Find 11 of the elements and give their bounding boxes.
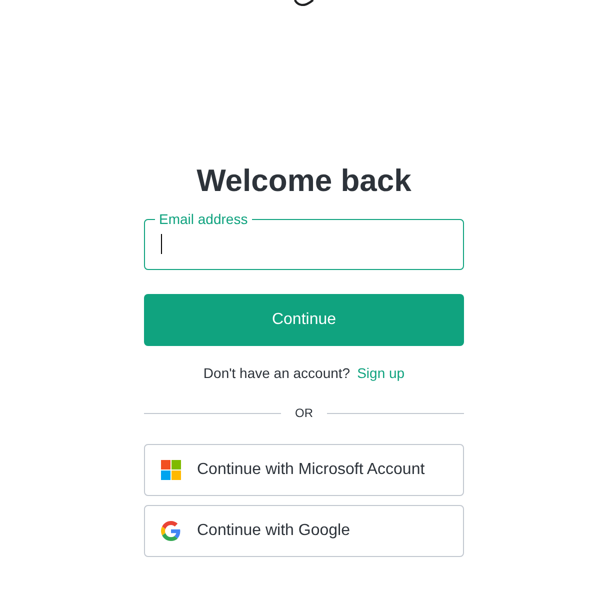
floating-label: Email address — [158, 210, 249, 228]
social-login-button[interactable]: Continue with Google — [144, 505, 464, 557]
windows-logo-icon — [161, 460, 181, 480]
page-heading: Welcome back — [196, 163, 412, 199]
signup-prompt: Don't have an account? — [203, 364, 350, 383]
text-cursor — [161, 234, 162, 254]
social-login-button[interactable]: Continue with Microsoft Account — [144, 444, 464, 496]
continue-button[interactable]: Continue — [144, 294, 464, 346]
divider-label: OR — [295, 405, 313, 422]
g-logo-icon — [161, 521, 181, 541]
signup-link[interactable]: Sign up — [357, 363, 405, 384]
